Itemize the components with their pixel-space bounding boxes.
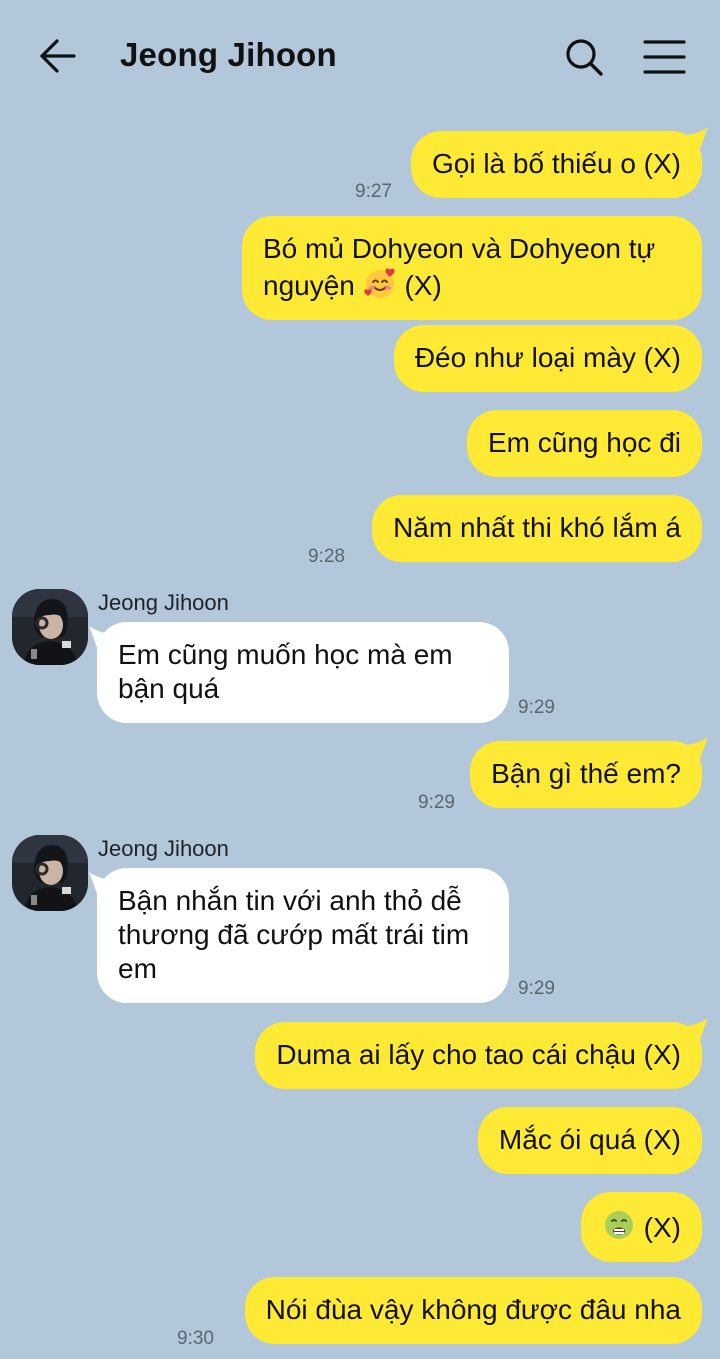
message-text: (X): [643, 1212, 681, 1243]
my-message-bubble[interactable]: Bận gì thế em?: [470, 741, 702, 808]
message-text: Bận nhắn tin với anh thỏ dễ thương đã cư…: [118, 885, 470, 984]
their-message-bubble[interactable]: Bận nhắn tin với anh thỏ dễ thương đã cư…: [97, 868, 509, 1003]
message-text: nguyện: [263, 270, 355, 301]
search-button[interactable]: [556, 30, 612, 86]
my-message-bubble[interactable]: Em cũng học đi: [467, 410, 702, 477]
avatar[interactable]: [12, 835, 88, 911]
back-arrow-icon: [40, 39, 76, 73]
profile-photo: [12, 589, 88, 665]
my-message-bubble[interactable]: Năm nhất thi khó lắm á: [372, 495, 702, 562]
message-text: Đéo như loại mày (X): [414, 342, 681, 373]
avatar[interactable]: [12, 589, 88, 665]
my-message-bubble[interactable]: Nói đùa vậy không được đâu nha: [244, 1277, 702, 1344]
menu-button[interactable]: [636, 30, 692, 86]
message-timestamp: 9:29: [518, 697, 555, 718]
sender-name: Jeong Jihoon: [98, 836, 229, 861]
their-message-bubble[interactable]: Em cũng muốn học mà em bận quá: [97, 622, 509, 723]
my-message-bubble[interactable]: Gọi là bố thiếu o (X): [410, 131, 702, 198]
message-text: Em cũng học đi: [488, 427, 681, 458]
message-timestamp: 9:27: [355, 181, 392, 202]
message-text: Bó mủ Dohyeon và Dohyeon tự: [263, 233, 656, 264]
message-text: Bận gì thế em?: [491, 758, 681, 789]
message-text: Duma ai lấy cho tao cái chậu (X): [276, 1039, 681, 1070]
message-timestamp: 9:29: [518, 978, 555, 999]
message-timestamp: 9:28: [308, 546, 345, 567]
search-icon: [566, 39, 603, 76]
my-message-bubble[interactable]: Duma ai lấy cho tao cái chậu (X): [255, 1022, 702, 1089]
my-message-bubble[interactable]: Đéo như loại mày (X): [393, 325, 702, 392]
profile-photo: [12, 835, 88, 911]
hamburger-menu-icon: [643, 40, 686, 74]
message-text: Em cũng muốn học mà em bận quá: [118, 639, 453, 704]
message-text: Nói đùa vậy không được đâu nha: [265, 1294, 681, 1325]
back-button[interactable]: [30, 30, 86, 86]
message-text: Gọi là bố thiếu o (X): [431, 148, 681, 179]
message-text: (X): [404, 270, 442, 301]
my-message-bubble[interactable]: Bó mủ Dohyeon và Dohyeon tự nguyện (X): [242, 216, 702, 320]
chat-title: Jeong Jihoon: [120, 36, 337, 73]
chat-header: Jeong Jihoon: [0, 0, 720, 115]
smiling-face-with-hearts-emoji: [363, 268, 395, 298]
message-timestamp: 9:29: [418, 792, 455, 813]
my-message-bubble[interactable]: (X): [580, 1192, 702, 1262]
nauseated-face-emoji: [604, 1211, 633, 1239]
my-message-bubble[interactable]: Mắc ói quá (X): [477, 1107, 702, 1174]
message-timestamp: 9:30: [177, 1328, 214, 1349]
message-text: Năm nhất thi khó lắm á: [393, 512, 681, 543]
sender-name: Jeong Jihoon: [98, 590, 229, 615]
message-text: Mắc ói quá (X): [498, 1124, 681, 1155]
